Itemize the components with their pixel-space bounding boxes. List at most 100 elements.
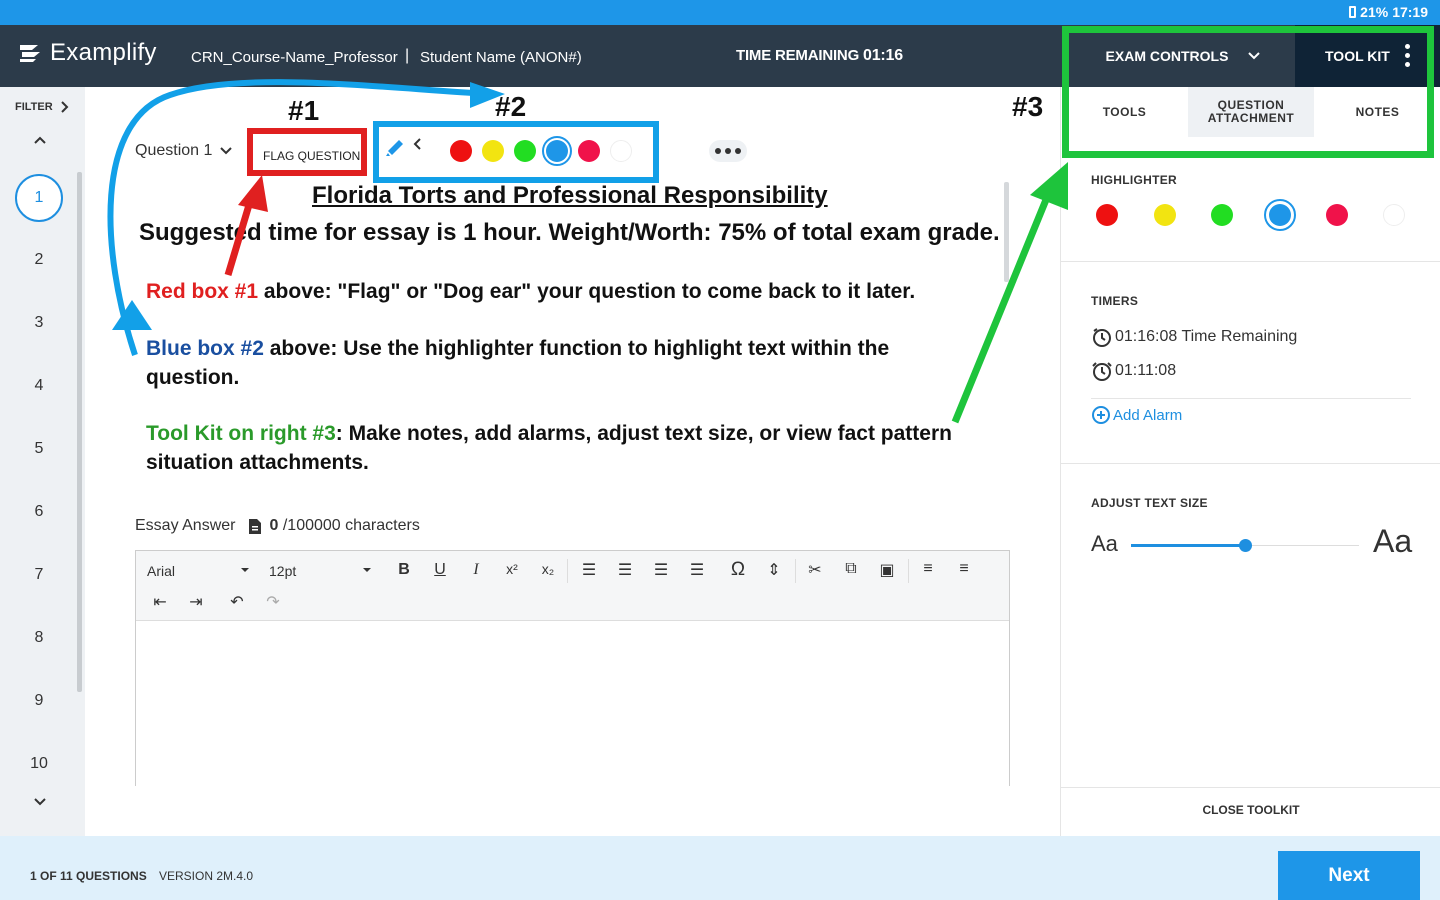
caret-down-icon: [363, 568, 371, 572]
time-remaining-text: 01:16:08 Time Remaining: [1115, 328, 1298, 345]
more-options-button[interactable]: [709, 140, 747, 162]
essay-editor: Arial 12pt B U I x² x₂ ☰ ☰ ☰ ☰ Ω ⇕ ✂ ⧉ ▣: [135, 550, 1010, 786]
subscript-icon[interactable]: x₂: [537, 561, 559, 577]
question-nav-item-8[interactable]: 8: [0, 629, 78, 647]
time-remaining-value: 01:16: [863, 47, 903, 64]
toolkit-panel: TOOLS QUESTION ATTACHMENT NOTES HIGHLIGH…: [1060, 87, 1440, 836]
question-nav-item-5[interactable]: 5: [0, 440, 78, 458]
adjust-text-size-label: ADJUST TEXT SIZE: [1091, 496, 1208, 510]
question-count: 1 OF 11 QUESTIONS: [30, 869, 147, 883]
battery-icon: [1349, 6, 1357, 18]
question-subtitle: Suggested time for essay is 1 hour. Weig…: [139, 219, 1000, 246]
clock: 17:19: [1392, 4, 1428, 20]
instruction-paragraph-1: Red box #1 above: "Flag" or "Dog ear" yo…: [146, 277, 966, 306]
redo-icon[interactable]: ↷: [262, 592, 284, 612]
font-size-select[interactable]: 12pt: [269, 563, 296, 579]
question-nav-item-1[interactable]: 1: [15, 174, 63, 222]
close-toolkit-button[interactable]: CLOSE TOOLKIT: [1061, 803, 1440, 817]
paste-icon[interactable]: ▣: [876, 560, 898, 580]
essay-text-area[interactable]: [136, 621, 1009, 786]
instruction-1-highlight: Red box #1: [146, 280, 259, 303]
nav-scrollbar[interactable]: [77, 172, 82, 692]
header-separator: |: [405, 47, 410, 64]
page-break-icon[interactable]: ⇕: [763, 560, 785, 580]
alarm-row: 01:11:08: [1091, 360, 1176, 382]
alarm-time: 01:11:08: [1115, 362, 1177, 379]
question-nav-item-10[interactable]: 10: [0, 755, 78, 773]
document-icon: [249, 518, 262, 534]
text-size-slider-handle[interactable]: [1239, 539, 1252, 552]
annotation-green-box: [1062, 26, 1434, 158]
question-nav-item-2[interactable]: 2: [0, 251, 78, 269]
align-left-icon[interactable]: ☰: [578, 560, 600, 580]
instruction-1-text: above: "Flag" or "Dog ear" your question…: [258, 280, 916, 303]
character-count: 0 /100000 characters: [249, 517, 420, 535]
question-area: Question 1 FLAG QUESTION #1 #2 #3 Florid…: [85, 87, 1055, 836]
instruction-paragraph-2: Blue box #2 above: Use the highlighter f…: [146, 334, 946, 392]
battery-level: 21%: [1360, 4, 1389, 20]
device-status-bar: 21% 17:19: [0, 0, 1440, 25]
instruction-3-highlight: Tool Kit on right #3: [146, 422, 336, 445]
add-alarm-button[interactable]: Add Alarm: [1091, 405, 1182, 425]
annotation-label-1: #1: [288, 95, 320, 126]
annotation-label-2: #2: [495, 91, 527, 122]
question-nav-item-6[interactable]: 6: [0, 503, 78, 521]
timer-icon: [1093, 328, 1111, 347]
special-character-icon[interactable]: Ω: [727, 559, 749, 581]
filter-label: FILTER: [15, 101, 53, 113]
underline-icon[interactable]: U: [429, 561, 451, 579]
toolkit-red-swatch[interactable]: [1096, 204, 1118, 226]
app-version: VERSION 2M.4.0: [159, 869, 254, 883]
question-nav: FILTER 1 2 3 4 5 6 7 8 9 10: [0, 87, 85, 836]
filter-button[interactable]: FILTER: [15, 101, 69, 113]
caret-down-icon: [241, 568, 249, 572]
align-right-icon[interactable]: ☰: [650, 560, 672, 580]
examplify-logo-icon: [20, 45, 40, 62]
bulleted-list-icon[interactable]: ≡: [953, 560, 975, 578]
question-nav-item-3[interactable]: 3: [0, 314, 78, 332]
highlighter-label: HIGHLIGHTER: [1091, 173, 1177, 187]
course-name: CRN_Course-Name_Professor: [191, 49, 398, 66]
editor-toolbar: Arial 12pt B U I x² x₂ ☰ ☰ ☰ ☰ Ω ⇕ ✂ ⧉ ▣: [136, 551, 1009, 621]
annotation-label-3: #3: [1012, 91, 1044, 122]
essay-answer-header: Essay Answer 0 /100000 characters: [135, 517, 420, 535]
font-family-select[interactable]: Arial: [147, 563, 175, 579]
bold-icon[interactable]: B: [393, 561, 415, 579]
copy-icon[interactable]: ⧉: [840, 560, 862, 578]
chevron-down-icon[interactable]: [34, 798, 46, 806]
chevron-down-icon: [220, 147, 233, 155]
footer-bar: 1 OF 11 QUESTIONS VERSION 2M.4.0 Next: [0, 836, 1440, 900]
chevron-up-icon[interactable]: [34, 136, 46, 144]
toolkit-green-swatch[interactable]: [1211, 204, 1233, 226]
question-nav-item-7[interactable]: 7: [0, 566, 78, 584]
app-name: Examplify: [50, 39, 157, 66]
numbered-list-icon[interactable]: ≡: [917, 560, 939, 578]
question-nav-item-9[interactable]: 9: [0, 692, 78, 710]
instruction-2-highlight: Blue box #2: [146, 337, 264, 360]
add-alarm-label: Add Alarm: [1113, 406, 1183, 424]
outdent-icon[interactable]: ⇤: [149, 592, 171, 612]
superscript-icon[interactable]: x²: [501, 561, 523, 577]
alarm-clock-icon: [1092, 362, 1112, 381]
timers-label: TIMERS: [1091, 294, 1139, 308]
next-button[interactable]: Next: [1278, 851, 1420, 900]
question-nav-item-4[interactable]: 4: [0, 377, 78, 395]
question-selector[interactable]: Question 1: [135, 142, 233, 160]
align-center-icon[interactable]: ☰: [614, 560, 636, 580]
annotation-red-box: [247, 128, 367, 176]
toolkit-pink-swatch[interactable]: [1326, 204, 1348, 226]
italic-icon[interactable]: I: [465, 561, 487, 579]
toolkit-clear-swatch[interactable]: [1383, 204, 1405, 226]
question-scrollbar[interactable]: [1004, 182, 1009, 282]
time-remaining: TIME REMAINING 01:16: [736, 47, 903, 65]
chevron-right-icon: [60, 101, 69, 113]
undo-icon[interactable]: ↶: [226, 592, 248, 612]
indent-icon[interactable]: ⇥: [185, 592, 207, 612]
align-justify-icon[interactable]: ☰: [686, 560, 708, 580]
essay-answer-label: Essay Answer: [135, 517, 236, 534]
character-limit: /100000 characters: [282, 517, 420, 534]
question-title: Florida Torts and Professional Responsib…: [312, 182, 828, 209]
cut-icon[interactable]: ✂: [804, 560, 826, 580]
toolkit-blue-swatch-selected[interactable]: [1264, 199, 1296, 231]
toolkit-yellow-swatch[interactable]: [1154, 204, 1176, 226]
